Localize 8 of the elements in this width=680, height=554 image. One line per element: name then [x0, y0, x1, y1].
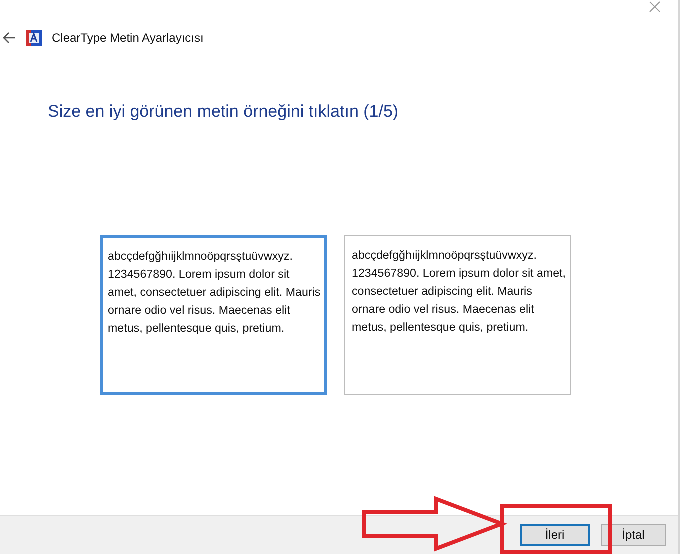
text-sample[interactable]: abcçdefgğhıijklmnoöpqrsştuüvwxyz. 1234567890. Lorem ipsum dolor sit amet, consectetuer adipiscing elit. Mauris ornare odio vel risus. Maecenas elit metus, pellentesque quis, pretium.: [344, 235, 571, 395]
window-title: ClearType Metin Ayarlayıcısı: [52, 31, 204, 45]
back-arrow-icon[interactable]: [2, 32, 16, 44]
text-sample[interactable]: abcçdefgğhıijklmnoöpqrsştuüvwxyz. 1234567890. Lorem ipsum dolor sit amet, consectetuer adipiscing elit. Mauris ornare odio vel risus. Maecenas elit metus, pellentesque quis, pretium.: [100, 235, 327, 395]
cancel-button[interactable]: İptal: [601, 524, 666, 546]
app-icon: [26, 30, 42, 46]
next-button[interactable]: İleri: [520, 524, 590, 546]
instruction-heading: Size en iyi görünen metin örneğini tıklatın (1/5): [48, 102, 400, 122]
